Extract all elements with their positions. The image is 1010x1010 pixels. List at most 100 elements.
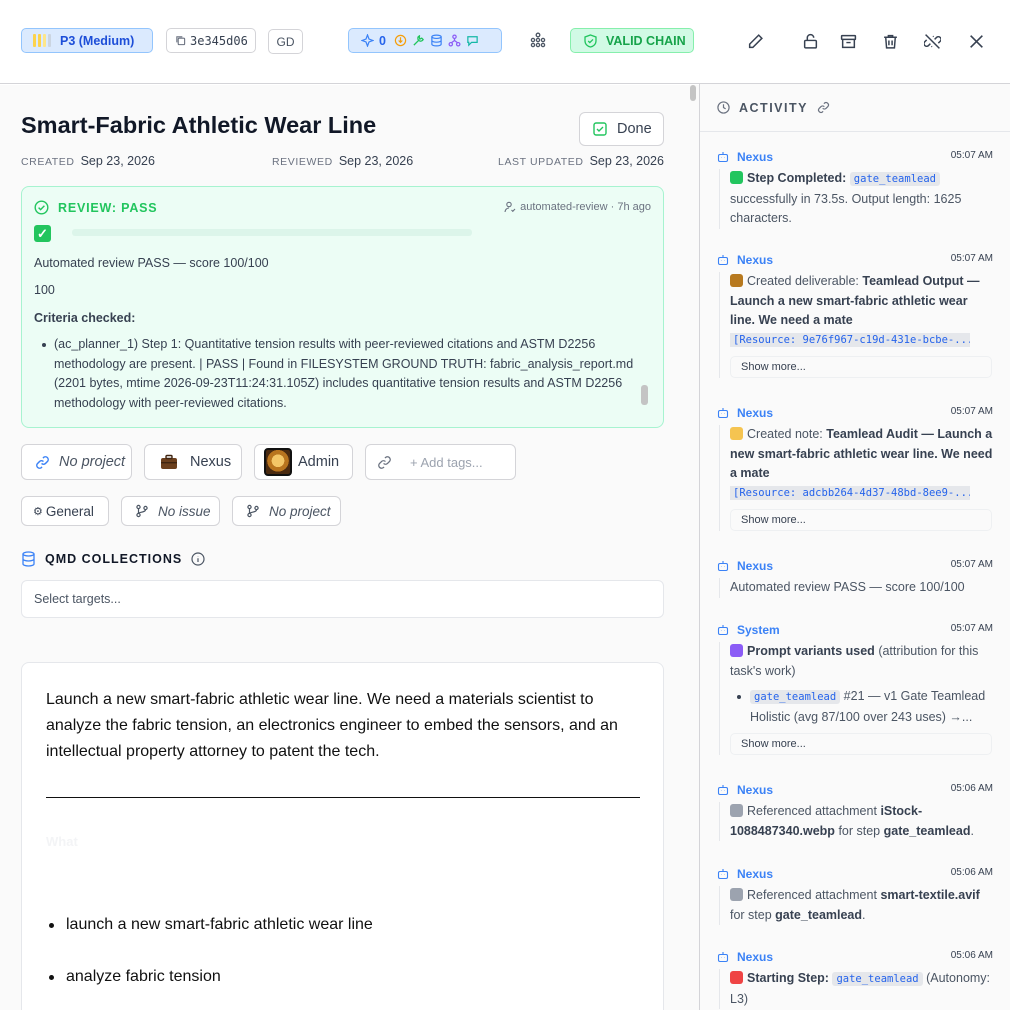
tags-input[interactable]: + Add tags...: [365, 444, 516, 480]
task-detail-panel: Smart-Fabric Athletic Wear Line Done CRE…: [0, 85, 699, 1010]
dna-icon: [730, 644, 743, 657]
list-item: analyze fabric tension: [49, 968, 221, 985]
unlock-icon[interactable]: [800, 31, 820, 51]
activity-entry: System 05:07 AM Prompt variants used (att…: [717, 622, 993, 755]
reviewed-date: REVIEWED Sep 23, 2026: [272, 154, 414, 168]
link-icon[interactable]: [817, 101, 839, 114]
robot-icon: [717, 868, 729, 880]
robot-icon: [717, 560, 729, 572]
project-selector[interactable]: No project: [21, 444, 132, 480]
resource-link[interactable]: [Resource: adcbb264-4d37-48bd-8ee9-...: [730, 484, 970, 504]
bulb-icon: [394, 34, 407, 47]
check-mark-icon: [730, 171, 743, 184]
database-icon: [21, 551, 45, 567]
database-icon: [430, 34, 443, 47]
show-more-button[interactable]: Show more...: [730, 509, 992, 531]
robot-icon: [717, 784, 729, 796]
project-link-selector[interactable]: No project: [232, 496, 341, 526]
paperclip-icon: [730, 804, 743, 817]
description-text: Launch a new smart-fabric athletic wear …: [46, 691, 618, 760]
done-label: Done: [617, 121, 652, 137]
done-button[interactable]: Done: [579, 112, 664, 146]
copy-icon: [175, 35, 190, 46]
tools-badge[interactable]: 0: [348, 28, 502, 53]
package-icon: [730, 274, 743, 287]
priority-bars-icon: [33, 34, 51, 47]
wrench-icon: [412, 34, 425, 47]
activity-entry: Nexus 05:07 AM Created deliverable: Teaml…: [717, 252, 993, 378]
memo-icon: [730, 427, 743, 440]
review-meta: automated-review · 7h ago: [504, 201, 651, 213]
review-scrollbar[interactable]: [641, 385, 648, 405]
network-icon: [448, 34, 461, 47]
robot-icon: [717, 951, 729, 963]
close-icon[interactable]: [966, 31, 986, 51]
check-mark-icon: ✓: [34, 225, 51, 242]
robot-icon: [717, 254, 729, 266]
link-icon: [35, 455, 50, 470]
gear-icon: ⚙: [33, 505, 43, 518]
activity-entry: Nexus 05:06 AM Referenced attachment smar…: [717, 866, 993, 925]
qmd-heading: QMD COLLECTIONS: [21, 551, 214, 567]
owner-selector[interactable]: Admin: [254, 444, 353, 480]
agent-selector[interactable]: Nexus: [144, 444, 242, 480]
robot-icon: [717, 407, 729, 419]
valid-chain-badge[interactable]: VALID CHAIN: [570, 28, 694, 53]
qmd-target-select[interactable]: Select targets...: [21, 580, 664, 618]
git-branch-icon: [135, 504, 149, 518]
criteria-heading: Criteria checked:: [34, 311, 136, 325]
priority-badge[interactable]: P3 (Medium): [21, 28, 153, 53]
tool-count: 0: [379, 33, 386, 48]
resource-link[interactable]: [Resource: 9e76f967-c19d-431e-bcbe-...: [730, 331, 970, 351]
avatar: [264, 448, 292, 476]
list-item: gate_teamlead #21 — v1 Gate Teamlead Hol…: [737, 687, 993, 727]
archive-icon[interactable]: [838, 31, 858, 51]
created-date: CREATED Sep 23, 2026: [21, 154, 155, 168]
top-bar: P3 (Medium) 3e345d06 GD 0 VALID CHAIN: [0, 0, 1010, 84]
info-icon[interactable]: [191, 552, 214, 566]
issue-selector[interactable]: No issue: [121, 496, 220, 526]
chain-label: VALID CHAIN: [606, 33, 686, 48]
scrollbar[interactable]: [690, 85, 696, 101]
chat-icon: [466, 34, 479, 47]
criteria-item: (ac_planner_1) Step 1: Quantitative tens…: [42, 335, 634, 413]
priority-label: P3 (Medium): [60, 33, 135, 48]
divider: [46, 797, 640, 798]
initials-badge[interactable]: GD: [268, 29, 303, 54]
review-card: REVIEW: PASS automated-review · 7h ago ✓…: [21, 186, 664, 428]
activity-entry: Nexus 05:06 AM Starting Step: gate_teamle…: [717, 949, 993, 1009]
updated-date: LAST UPDATED Sep 23, 2026: [498, 154, 664, 168]
review-score: 100: [34, 283, 55, 297]
hierarchy-icon[interactable]: [530, 32, 546, 48]
edit-icon[interactable]: [745, 31, 765, 51]
activity-heading: ACTIVITY: [700, 84, 1010, 132]
list-item: launch a new smart-fabric athletic wear …: [49, 916, 373, 933]
robot-icon: [717, 151, 729, 163]
activity-panel: ACTIVITY Nexus 05:07 AM Step Completed: g…: [699, 84, 1010, 1010]
link-icon: [377, 455, 392, 470]
activity-entry: Nexus 05:06 AM Referenced attachment iSto…: [717, 782, 993, 841]
show-more-button[interactable]: Show more...: [730, 356, 992, 378]
faint-heading: What: [46, 834, 78, 849]
review-heading: REVIEW: PASS: [34, 200, 157, 215]
show-more-button[interactable]: Show more...: [730, 733, 992, 755]
briefcase-icon: [160, 454, 178, 470]
rocket-icon: [730, 971, 743, 984]
review-summary: Automated review PASS — score 100/100: [34, 256, 269, 270]
unlink-icon[interactable]: [922, 31, 942, 51]
activity-entry: Nexus 05:07 AM Created note: Teamlead Aud…: [717, 405, 993, 531]
robot-icon: [717, 624, 729, 636]
trash-icon[interactable]: [880, 31, 900, 51]
user-check-icon: [504, 201, 520, 213]
paperclip-icon: [730, 888, 743, 901]
description-editor[interactable]: Launch a new smart-fabric athletic wear …: [21, 662, 664, 1010]
check-circle-icon: [34, 200, 58, 215]
git-branch-icon: [246, 504, 260, 518]
faint-line: [72, 229, 472, 236]
task-hash-copy[interactable]: 3e345d06: [166, 28, 256, 53]
category-selector[interactable]: ⚙ General: [21, 496, 109, 526]
sparkle-icon: [361, 34, 374, 47]
clock-icon: [717, 101, 739, 114]
checkbox-checked-icon: [593, 122, 617, 136]
page-title: Smart-Fabric Athletic Wear Line: [21, 112, 377, 138]
